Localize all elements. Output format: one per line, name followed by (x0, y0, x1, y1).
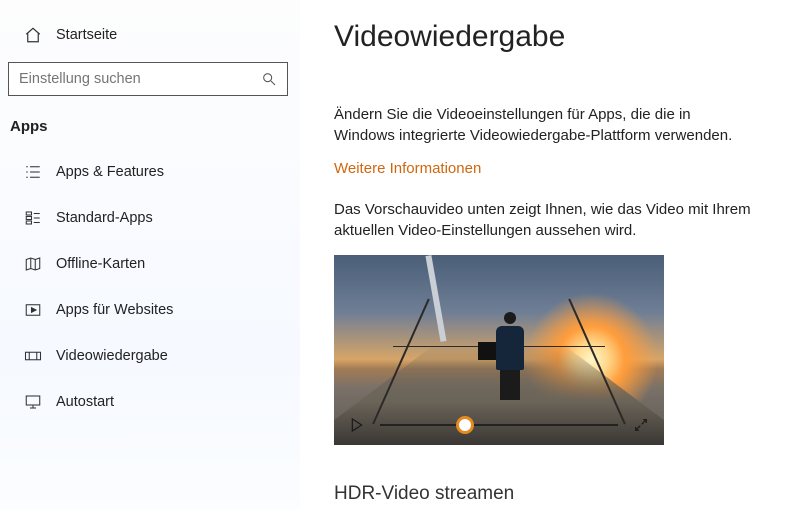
video-controls (334, 405, 664, 445)
sidebar-item-apps-websites[interactable]: Apps für Websites (6, 287, 300, 333)
sidebar-item-autostart[interactable]: Autostart (6, 379, 300, 425)
sidebar-section-header: Apps (6, 114, 300, 149)
sidebar-item-label: Standard-Apps (56, 210, 153, 226)
apps-features-icon (22, 163, 44, 181)
hdr-section-heading: HDR-Video streamen (334, 483, 759, 505)
page-title: Videowiedergabe (334, 20, 759, 54)
sidebar-item-label: Offline-Karten (56, 256, 145, 272)
sidebar-item-offline-maps[interactable]: Offline-Karten (6, 241, 300, 287)
sidebar-item-apps-features[interactable]: Apps & Features (6, 149, 300, 195)
nav-home-label: Startseite (56, 27, 117, 43)
apps-websites-icon (22, 301, 44, 319)
preview-text: Das Vorschauvideo unten zeigt Ihnen, wie… (334, 199, 754, 241)
sidebar-item-label: Apps & Features (56, 164, 164, 180)
settings-sidebar: Startseite Apps Apps & Features (0, 0, 300, 510)
home-icon (22, 26, 44, 44)
preview-video[interactable] (334, 255, 664, 445)
sidebar-item-default-apps[interactable]: Standard-Apps (6, 195, 300, 241)
more-info-link[interactable]: Weitere Informationen (334, 160, 481, 177)
video-playback-icon (22, 347, 44, 365)
search-input-container[interactable] (8, 62, 288, 96)
intro-text: Ändern Sie die Videoeinstellungen für Ap… (334, 104, 754, 146)
search-input[interactable] (19, 71, 249, 87)
main-content: Videowiedergabe Ändern Sie die Videoeins… (300, 0, 789, 510)
offline-maps-icon (22, 255, 44, 273)
fullscreen-icon[interactable] (632, 416, 650, 434)
default-apps-icon (22, 209, 44, 227)
sidebar-item-label: Apps für Websites (56, 302, 173, 318)
sidebar-item-label: Autostart (56, 394, 114, 410)
progress-slider[interactable] (380, 418, 618, 432)
play-icon[interactable] (348, 416, 366, 434)
sidebar-item-video-playback[interactable]: Videowiedergabe (6, 333, 300, 379)
search-icon (261, 71, 277, 87)
autostart-icon (22, 393, 44, 411)
nav-home[interactable]: Startseite (6, 20, 300, 56)
sidebar-item-label: Videowiedergabe (56, 348, 168, 364)
